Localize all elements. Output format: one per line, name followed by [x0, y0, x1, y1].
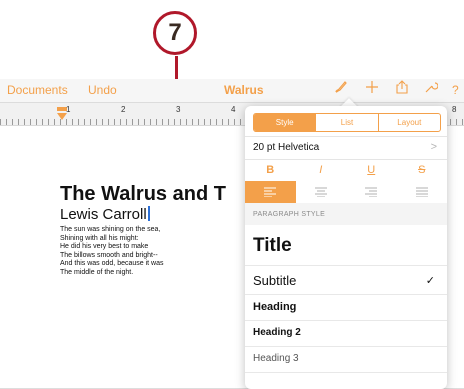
- ruler-number: 4: [231, 105, 236, 114]
- body-line: And this was odd, because it was: [60, 260, 164, 267]
- style-label: Subtitle: [253, 273, 297, 288]
- plus-icon[interactable]: [365, 80, 379, 100]
- share-icon[interactable]: [395, 80, 409, 100]
- align-right-icon[interactable]: [346, 181, 397, 203]
- strikethrough-button[interactable]: S: [397, 159, 448, 181]
- undo-button[interactable]: Undo: [88, 83, 117, 97]
- body-line: Shining with all his might:: [60, 234, 139, 242]
- document-body[interactable]: The sun was shining on the sea, Shining …: [60, 226, 250, 277]
- body-line: The sun was shining on the sea,: [60, 226, 161, 233]
- tab-style[interactable]: Style: [254, 114, 316, 131]
- paintbrush-icon[interactable]: [334, 80, 348, 100]
- style-heading-3[interactable]: Heading 3: [245, 347, 447, 373]
- style-label: Heading: [253, 301, 297, 313]
- align-justify-icon[interactable]: [397, 181, 448, 203]
- align-left-icon[interactable]: [245, 181, 296, 203]
- paragraph-style-header: PARAGRAPH STYLE: [245, 203, 447, 225]
- document-subtitle-text[interactable]: Lewis Carroll: [60, 206, 147, 223]
- style-label: Title: [253, 235, 292, 256]
- toolbar: Documents Undo Walrus ?: [0, 79, 464, 103]
- underline-button[interactable]: U: [346, 159, 397, 181]
- wrench-icon[interactable]: [424, 80, 439, 100]
- ruler-number: 3: [176, 105, 181, 114]
- body-line: The middle of the night.: [60, 268, 134, 276]
- align-center-icon[interactable]: [296, 181, 347, 203]
- font-selector[interactable]: 20 pt Helvetica >: [245, 136, 447, 160]
- body-line: He did his very best to make: [60, 243, 149, 250]
- style-heading[interactable]: Heading: [245, 295, 447, 321]
- style-title[interactable]: Title: [245, 225, 447, 266]
- tab-list[interactable]: List: [315, 114, 377, 131]
- style-subtitle[interactable]: Subtitle ✓: [245, 266, 447, 295]
- body-line: The billows smooth and bright--: [60, 251, 158, 259]
- format-popover: Style List Layout 20 pt Helvetica > B I …: [245, 106, 447, 389]
- style-heading-2[interactable]: Heading 2: [245, 321, 447, 347]
- ruler-number: 2: [121, 105, 126, 114]
- alignment-buttons: [245, 181, 447, 204]
- document-title: Walrus: [224, 83, 264, 97]
- chevron-right-icon: >: [430, 141, 437, 153]
- callout-badge: 7: [153, 11, 197, 55]
- document-subtitle[interactable]: Lewis Carroll: [60, 206, 150, 223]
- bold-button[interactable]: B: [245, 159, 296, 181]
- style-label: Heading 2: [253, 327, 301, 338]
- ruler-number: 1: [66, 105, 71, 114]
- text-style-buttons: B I U S: [245, 159, 447, 181]
- checkmark-icon: ✓: [425, 275, 435, 287]
- documents-button[interactable]: Documents: [7, 83, 68, 97]
- document-heading[interactable]: The Walrus and T: [60, 183, 226, 206]
- style-label: Heading 3: [253, 353, 299, 364]
- help-icon[interactable]: ?: [452, 83, 459, 97]
- ruler-number: 8: [452, 105, 457, 114]
- section-label: PARAGRAPH STYLE: [253, 211, 326, 218]
- format-tabs: Style List Layout: [253, 113, 441, 132]
- paragraph-style-list: Title Subtitle ✓ Heading Heading 2 Headin…: [245, 225, 447, 373]
- italic-button[interactable]: I: [296, 159, 347, 181]
- text-cursor: [147, 206, 150, 221]
- font-label: 20 pt Helvetica: [253, 142, 320, 153]
- tab-layout[interactable]: Layout: [377, 114, 440, 131]
